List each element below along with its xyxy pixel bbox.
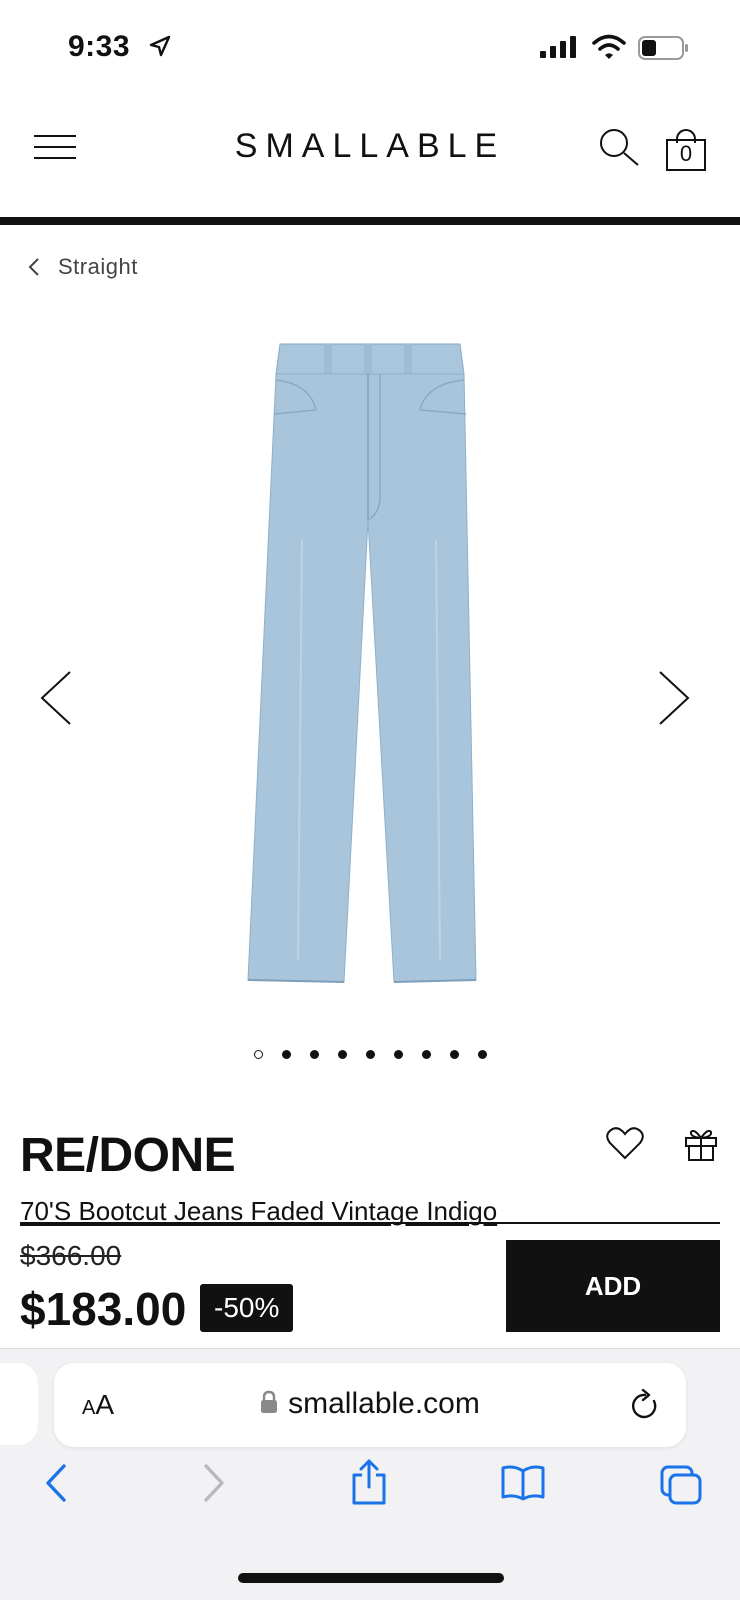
gallery-next-icon[interactable] — [658, 670, 690, 731]
gallery-pagination — [0, 1050, 740, 1059]
lock-icon — [260, 1388, 278, 1422]
gallery-dot[interactable] — [421, 1050, 431, 1059]
url-label: smallable.com — [288, 1387, 480, 1420]
reload-icon[interactable] — [630, 1388, 660, 1426]
chevron-left-icon — [28, 258, 39, 276]
back-icon[interactable] — [44, 1463, 68, 1508]
gallery-prev-icon[interactable] — [40, 670, 72, 731]
discount-badge: -50% — [200, 1284, 294, 1332]
battery-icon — [638, 36, 690, 65]
heart-icon[interactable] — [606, 1126, 644, 1165]
share-icon[interactable] — [350, 1459, 388, 1510]
sale-price: $183.00 — [20, 1283, 187, 1335]
status-time: 9:33 — [68, 30, 131, 63]
home-indicator — [238, 1573, 504, 1583]
title-divider — [20, 1222, 720, 1224]
signal-icon — [540, 36, 578, 63]
breadcrumb[interactable]: Straight — [28, 254, 138, 280]
url-text[interactable]: smallable.com — [54, 1387, 686, 1422]
gift-icon[interactable] — [684, 1126, 718, 1167]
gallery-dot[interactable] — [253, 1050, 263, 1059]
address-bar[interactable]: AA smallable.com — [54, 1363, 686, 1447]
forward-icon[interactable] — [202, 1463, 226, 1508]
browser-toolbar: AA smallable.com — [0, 1348, 740, 1600]
gallery-dot[interactable] — [449, 1050, 459, 1059]
gallery-dot[interactable] — [365, 1050, 375, 1059]
location-arrow-icon — [148, 34, 172, 63]
site-header: SMALLABLE 0 — [0, 105, 740, 215]
status-bar: 9:33 — [0, 0, 740, 100]
search-icon[interactable] — [598, 127, 642, 176]
bag-icon[interactable]: 0 — [666, 127, 708, 171]
product-image[interactable] — [240, 340, 490, 1005]
gallery-dot[interactable] — [477, 1050, 487, 1059]
breadcrumb-label: Straight — [58, 254, 138, 279]
bookmarks-icon[interactable] — [500, 1465, 546, 1506]
product-brand[interactable]: RE/DONE — [20, 1128, 236, 1183]
wifi-icon — [592, 34, 626, 65]
original-price: $366.00 — [20, 1240, 122, 1271]
tabs-icon[interactable] — [660, 1465, 704, 1510]
add-to-cart-button[interactable]: ADD — [506, 1240, 720, 1332]
product-gallery[interactable] — [0, 300, 740, 1040]
cart-count: 0 — [679, 141, 693, 166]
header-divider — [0, 217, 740, 225]
gallery-dot[interactable] — [281, 1050, 291, 1059]
browser-nav — [0, 1459, 740, 1523]
previous-tab-preview[interactable] — [0, 1363, 38, 1445]
gallery-dot[interactable] — [309, 1050, 319, 1059]
gallery-dot[interactable] — [337, 1050, 347, 1059]
gallery-dot[interactable] — [393, 1050, 403, 1059]
